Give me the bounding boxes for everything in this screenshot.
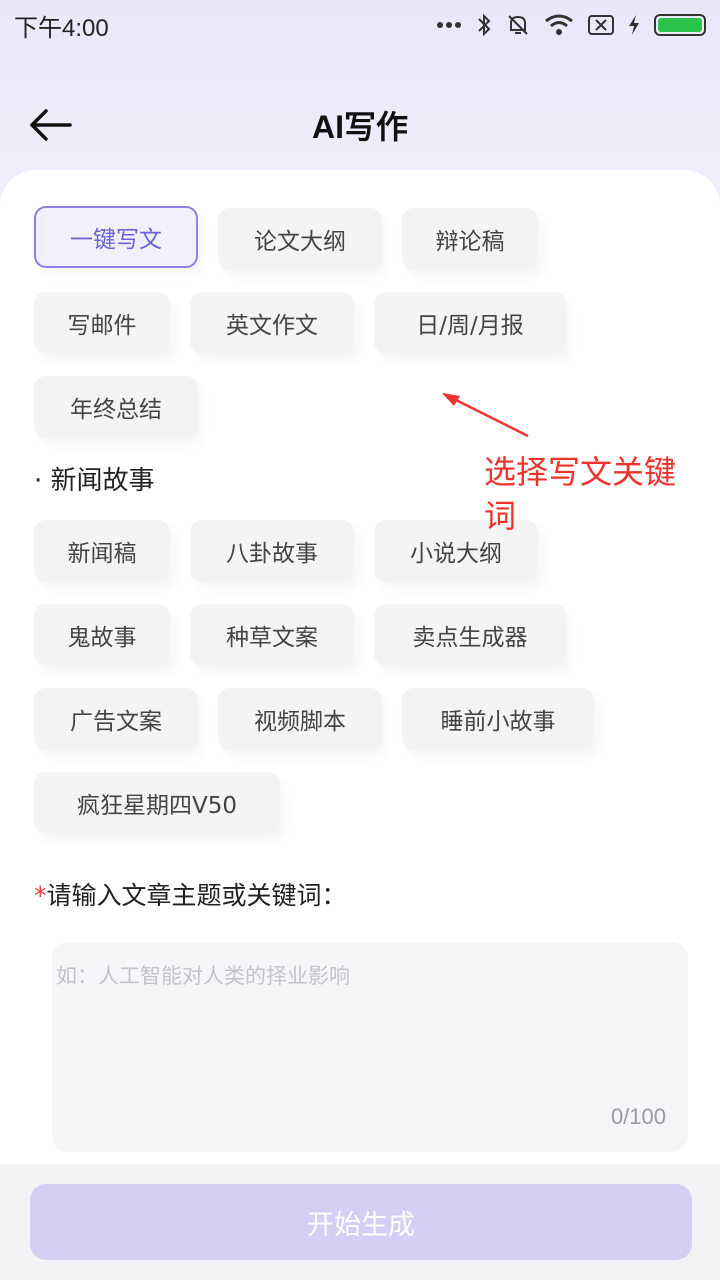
chip-label: 鬼故事 (67, 625, 137, 651)
chip-label: 英文作文 (226, 313, 318, 339)
chip-video-script[interactable]: 视频脚本 (218, 688, 382, 750)
status-icons (436, 13, 706, 37)
required-mark: * (34, 881, 47, 910)
char-counter: 0/100 (610, 1104, 666, 1129)
chip-label: 疯狂星期四V50 (76, 793, 237, 819)
chip-label: 八卦故事 (226, 541, 318, 567)
more-icon (436, 21, 462, 29)
page-title: AI写作 (311, 109, 408, 145)
chip-label: 广告文案 (70, 709, 162, 735)
chip-label: 写邮件 (67, 313, 137, 339)
chip-label: 小说大纲 (410, 541, 502, 567)
input-label: *请输入文章主题或关键词： (34, 876, 347, 912)
status-time: 下午4:00 (14, 14, 109, 42)
battery-level (658, 18, 702, 32)
chip-label: 睡前小故事 (440, 709, 556, 735)
content-card: 一键写文 论文大纲 辩论稿 写邮件 英文作文 日/周/月报 年终总结 · 新闻故… (0, 170, 720, 1170)
chip-year-end-summary[interactable]: 年终总结 (34, 376, 198, 438)
chip-debate-draft[interactable]: 辩论稿 (402, 208, 538, 270)
mute-icon (506, 13, 530, 37)
chip-label: 一键写文 (70, 227, 162, 253)
chip-ghost-story[interactable]: 鬼故事 (34, 604, 170, 666)
battery-icon (654, 14, 706, 36)
chip-label: 卖点生成器 (412, 625, 528, 651)
chip-label: 日/周/月报 (416, 313, 524, 339)
chip-ad-copy[interactable]: 广告文案 (34, 688, 198, 750)
chip-gossip-story[interactable]: 八卦故事 (190, 520, 354, 582)
annotation-arrow-icon (442, 392, 529, 438)
charging-icon (628, 14, 640, 36)
chip-label: 视频脚本 (254, 709, 346, 735)
sim-off-icon (588, 14, 614, 36)
chip-label: 种草文案 (226, 625, 318, 651)
chip-label: 论文大纲 (254, 229, 346, 255)
chip-news-release[interactable]: 新闻稿 (34, 520, 170, 582)
topic-input-box: 0/100 (52, 942, 688, 1152)
chip-thesis-outline[interactable]: 论文大纲 (218, 208, 382, 270)
bottom-bar: 开始生成 (0, 1164, 720, 1280)
status-bar: 下午4:00 (0, 0, 720, 50)
annotation-text: 选择写文关键词 (484, 453, 677, 535)
news-section-title: · 新闻故事 (34, 466, 155, 496)
topic-input[interactable] (56, 960, 676, 1110)
chip-english-essay[interactable]: 英文作文 (190, 292, 354, 354)
chip-reports[interactable]: 日/周/月报 (374, 292, 566, 354)
wifi-icon (544, 13, 574, 37)
chip-product-promo[interactable]: 种草文案 (190, 604, 354, 666)
input-label-text: 请输入文章主题或关键词： (46, 881, 347, 910)
chip-crazy-thursday[interactable]: 疯狂星期四V50 (34, 772, 280, 834)
chip-one-click-write[interactable]: 一键写文 (34, 206, 198, 268)
chip-label: 新闻稿 (67, 541, 137, 567)
bluetooth-icon (476, 13, 492, 37)
chip-label: 年终总结 (70, 397, 162, 423)
chip-label: 辩论稿 (435, 229, 505, 255)
chip-bedtime-story[interactable]: 睡前小故事 (402, 688, 594, 750)
arrow-left-icon (30, 109, 72, 141)
top-nav: AI写作 (0, 80, 720, 170)
generate-button[interactable]: 开始生成 (30, 1184, 692, 1260)
chip-write-email[interactable]: 写邮件 (34, 292, 170, 354)
chip-selling-points[interactable]: 卖点生成器 (374, 604, 566, 666)
back-button[interactable] (28, 102, 78, 148)
